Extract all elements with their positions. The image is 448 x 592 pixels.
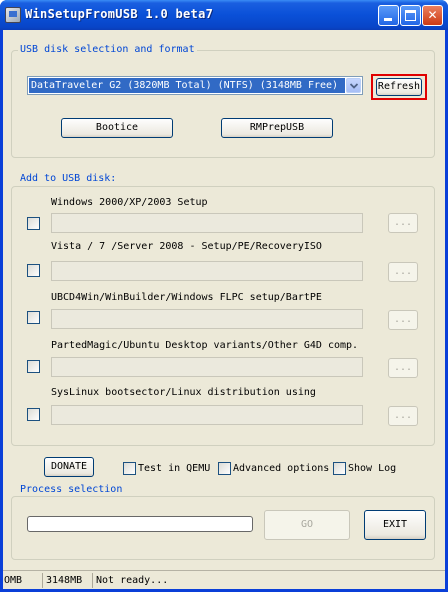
usb-disk-selected-value: DataTraveler G2 (3820MB Total) (NTFS) (3…: [29, 78, 345, 93]
checkbox-partedmagic[interactable]: [27, 360, 40, 373]
progress-bar: [27, 516, 253, 532]
checkbox-syslinux[interactable]: [27, 408, 40, 421]
donate-button[interactable]: DONATE: [44, 457, 94, 477]
checkbox-test-qemu[interactable]: [123, 462, 136, 475]
close-button[interactable]: ✕: [422, 5, 443, 26]
status-used-space: OMB: [3, 573, 43, 588]
checkbox-advanced-options[interactable]: [218, 462, 231, 475]
path-field-vista-7[interactable]: [51, 261, 363, 281]
label-advanced-options: Advanced options: [233, 463, 330, 474]
dropdown-button[interactable]: [346, 78, 361, 93]
process-group-title: Process selection: [18, 484, 125, 495]
app-window: WinSetupFromUSB 1.0 beta7 ✕ USB disk sel…: [0, 0, 448, 592]
go-button[interactable]: GO: [264, 510, 350, 540]
add-to-usb-group-title: Add to USB disk:: [18, 173, 119, 184]
path-field-windows-xp[interactable]: [51, 213, 363, 233]
label-test-qemu: Test in QEMU: [138, 463, 211, 474]
browse-button-vista-7[interactable]: ...: [388, 262, 418, 282]
rmprepusb-button[interactable]: RMPrepUSB: [221, 118, 333, 138]
checkbox-windows-xp[interactable]: [27, 217, 40, 230]
checkbox-show-log[interactable]: [333, 462, 346, 475]
path-field-syslinux[interactable]: [51, 405, 363, 425]
label-show-log: Show Log: [348, 463, 397, 474]
label-ubcd4win: UBCD4Win/WinBuilder/Windows FLPC setup/B…: [51, 292, 322, 303]
checkbox-ubcd4win[interactable]: [27, 311, 40, 324]
chevron-down-icon: [350, 83, 358, 89]
title-bar[interactable]: WinSetupFromUSB 1.0 beta7 ✕: [0, 0, 448, 30]
usb-disk-select[interactable]: DataTraveler G2 (3820MB Total) (NTFS) (3…: [27, 76, 363, 95]
minimize-button[interactable]: [378, 5, 399, 26]
exit-button[interactable]: EXIT: [364, 510, 426, 540]
path-field-partedmagic[interactable]: [51, 357, 363, 377]
label-vista-7: Vista / 7 /Server 2008 - Setup/PE/Recove…: [51, 241, 322, 252]
browse-button-partedmagic[interactable]: ...: [388, 358, 418, 378]
browse-button-syslinux[interactable]: ...: [388, 406, 418, 426]
client-area: USB disk selection and format DataTravel…: [3, 30, 445, 589]
browse-button-ubcd4win[interactable]: ...: [388, 310, 418, 330]
browse-button-windows-xp[interactable]: ...: [388, 213, 418, 233]
status-bar: OMB 3148MB Not ready...: [3, 570, 445, 589]
refresh-button[interactable]: Refresh: [376, 78, 422, 96]
minimize-icon: [384, 18, 392, 21]
usb-disk-group: [11, 50, 435, 158]
checkbox-vista-7[interactable]: [27, 264, 40, 277]
window-title: WinSetupFromUSB 1.0 beta7: [25, 7, 214, 21]
bootice-button[interactable]: Bootice: [61, 118, 173, 138]
label-syslinux: SysLinux bootsector/Linux distribution u…: [51, 387, 316, 398]
path-field-ubcd4win[interactable]: [51, 309, 363, 329]
app-icon: [5, 7, 21, 23]
maximize-button[interactable]: [400, 5, 421, 26]
usb-disk-group-title: USB disk selection and format: [18, 44, 197, 55]
status-free-space: 3148MB: [45, 573, 93, 588]
close-icon: ✕: [427, 8, 438, 22]
maximize-icon: [405, 10, 416, 21]
label-partedmagic: PartedMagic/Ubuntu Desktop variants/Othe…: [51, 340, 359, 351]
label-windows-xp: Windows 2000/XP/2003 Setup: [51, 197, 208, 208]
status-message: Not ready...: [96, 575, 169, 586]
